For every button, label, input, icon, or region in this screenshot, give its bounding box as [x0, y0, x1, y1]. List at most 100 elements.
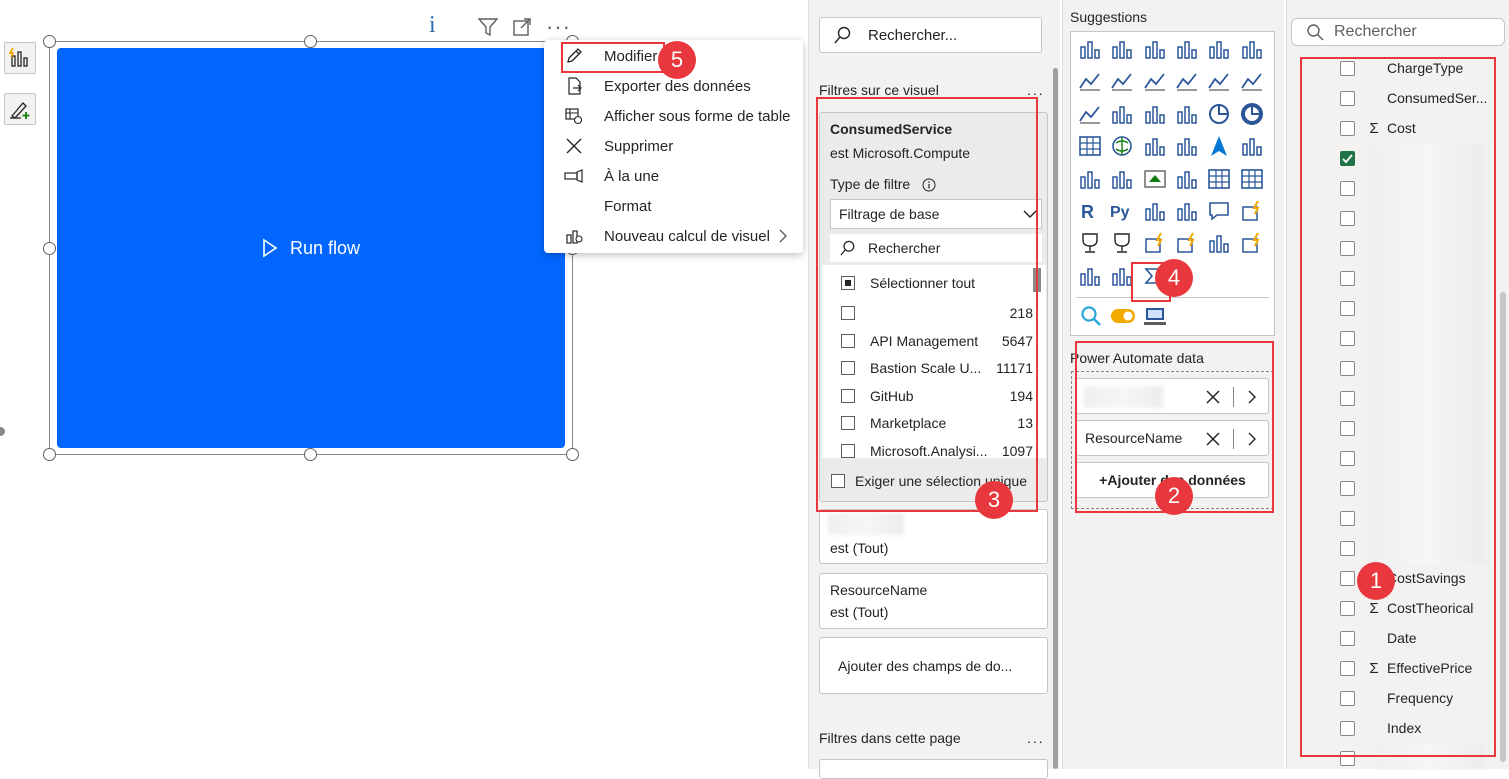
- gallery-divider: [1076, 297, 1269, 298]
- resize-handle[interactable]: [566, 448, 579, 461]
- metrics-icon[interactable]: [1110, 231, 1134, 255]
- highlight-box-data-fields: [1300, 57, 1496, 757]
- filled-map-icon[interactable]: [1143, 134, 1167, 158]
- gauge-icon[interactable]: [1240, 134, 1264, 158]
- menu-item-new-visual-calculation[interactable]: Nouveau calcul de visuel: [544, 221, 803, 251]
- ribbon-chart-icon[interactable]: [1175, 69, 1199, 93]
- bar-chart-lightning-icon: [9, 47, 28, 67]
- calculator-icon: [566, 230, 583, 244]
- paginated-report-icon[interactable]: [1078, 231, 1102, 255]
- filters-scrollbar[interactable]: [1053, 68, 1058, 769]
- smart-narrative-icon[interactable]: [1240, 199, 1264, 223]
- kpi-icon[interactable]: [1143, 167, 1167, 191]
- shape-map-icon[interactable]: [1175, 134, 1199, 158]
- r-visual-icon[interactable]: R: [1078, 199, 1102, 223]
- power-apps-icon[interactable]: [1207, 231, 1231, 255]
- computer-visual-icon[interactable]: [1143, 305, 1167, 327]
- filters-search-input[interactable]: Rechercher...: [819, 17, 1042, 53]
- format-visual-button[interactable]: [4, 93, 36, 125]
- page-filter-card[interactable]: [819, 759, 1048, 779]
- map-icon[interactable]: [1110, 134, 1134, 158]
- python-visual-icon[interactable]: Py: [1110, 199, 1134, 223]
- pie-chart-icon[interactable]: [1207, 102, 1231, 126]
- flow-icon[interactable]: [1175, 231, 1199, 255]
- filters-section-more-icon[interactable]: ...: [1027, 82, 1045, 98]
- clustered-column-icon[interactable]: [1175, 37, 1199, 61]
- paintbrush-plus-icon: [10, 102, 30, 119]
- filter-card-hidden[interactable]: est (Tout): [819, 509, 1048, 564]
- resize-handle[interactable]: [43, 35, 56, 48]
- filter-card-title: ResourceName: [830, 582, 928, 598]
- 100-bar-icon[interactable]: [1207, 37, 1231, 61]
- filter-card-value: est (Tout): [830, 604, 889, 620]
- close-icon: [566, 138, 582, 154]
- highlight-box-filter-card: [816, 97, 1038, 512]
- search-icon: [834, 26, 851, 44]
- donut-chart-icon[interactable]: [1240, 102, 1264, 126]
- run-flow-button[interactable]: Run flow: [57, 48, 565, 448]
- area-chart-icon[interactable]: [1110, 69, 1134, 93]
- scatter-icon[interactable]: [1175, 102, 1199, 126]
- table-view-icon: [565, 108, 583, 125]
- decomposition-tree-icon[interactable]: [1175, 199, 1199, 223]
- filter-card-resourcename[interactable]: ResourceName est (Tout): [819, 573, 1048, 629]
- resize-handle[interactable]: [304, 35, 317, 48]
- search-icon: [1307, 24, 1324, 41]
- line-chart-icon[interactable]: [1078, 69, 1102, 93]
- menu-item-delete[interactable]: Supprimer: [544, 131, 803, 161]
- stacked-area-icon[interactable]: [1143, 69, 1167, 93]
- add-data-fields-dropzone[interactable]: Ajouter des champs de do...: [819, 637, 1048, 694]
- filter-icon[interactable]: [477, 16, 499, 38]
- menu-item-spotlight[interactable]: À la une: [544, 161, 803, 191]
- treemap-icon[interactable]: [1078, 134, 1102, 158]
- card-icon[interactable]: [1078, 167, 1102, 191]
- data-search-placeholder: Rechercher: [1334, 23, 1417, 40]
- narrative-icon[interactable]: [1240, 231, 1264, 255]
- stacked-column-icon[interactable]: [1110, 37, 1134, 61]
- arcgis-icon[interactable]: [1078, 264, 1102, 288]
- filter-card-value: est (Tout): [830, 540, 889, 556]
- multi-row-card-icon[interactable]: [1110, 167, 1134, 191]
- data-scrollbar[interactable]: [1500, 292, 1506, 762]
- card-new-icon[interactable]: [1143, 231, 1167, 255]
- line-clustered-icon[interactable]: [1240, 69, 1264, 93]
- toggle-visual-icon[interactable]: [1110, 308, 1136, 324]
- filters-on-page-heading: Filtres dans cette page: [819, 730, 961, 746]
- menu-item-label: Exporter des données: [604, 77, 751, 95]
- slicer-icon[interactable]: [1175, 167, 1199, 191]
- highlight-box-modifier: [561, 42, 665, 73]
- play-icon: [263, 238, 278, 258]
- menu-item-format[interactable]: Format: [544, 191, 803, 221]
- line-column-icon[interactable]: [1207, 69, 1231, 93]
- info-icon[interactable]: i: [429, 12, 436, 39]
- step-badge: 4: [1155, 259, 1193, 297]
- resize-handle[interactable]: [304, 448, 317, 461]
- stacked-bar-icon[interactable]: [1078, 37, 1102, 61]
- build-visual-button[interactable]: [4, 42, 36, 74]
- export-icon: [568, 77, 582, 95]
- data-search-input[interactable]: Rechercher: [1291, 18, 1505, 46]
- filters-on-visual-heading: Filtres sur ce visuel: [819, 82, 939, 98]
- matrix-icon[interactable]: [1240, 167, 1264, 191]
- resize-handle[interactable]: [43, 448, 56, 461]
- ribbon-icon[interactable]: [1078, 102, 1102, 126]
- step-badge: 2: [1155, 477, 1193, 515]
- 100-column-icon[interactable]: [1240, 37, 1264, 61]
- menu-item-label: Supprimer: [604, 137, 674, 155]
- table-icon[interactable]: [1207, 167, 1231, 191]
- menu-item-label: Afficher sous forme de table: [604, 107, 791, 125]
- qna-search-icon[interactable]: [1080, 305, 1102, 327]
- resize-handle[interactable]: [43, 242, 56, 255]
- azure-map-icon[interactable]: [1207, 134, 1231, 158]
- key-influencers-icon[interactable]: [1143, 199, 1167, 223]
- focus-mode-icon[interactable]: [512, 17, 532, 37]
- funnel-icon[interactable]: [1143, 102, 1167, 126]
- svg-text:R: R: [1081, 202, 1094, 222]
- step-badge: 3: [975, 481, 1013, 519]
- clustered-bar-icon[interactable]: [1143, 37, 1167, 61]
- qna-icon[interactable]: [1207, 199, 1231, 223]
- waterfall-icon[interactable]: [1110, 102, 1134, 126]
- menu-item-label: Format: [604, 197, 652, 215]
- filters-page-more-icon[interactable]: ...: [1027, 730, 1045, 746]
- menu-item-show-as-table[interactable]: Afficher sous forme de table: [544, 101, 803, 131]
